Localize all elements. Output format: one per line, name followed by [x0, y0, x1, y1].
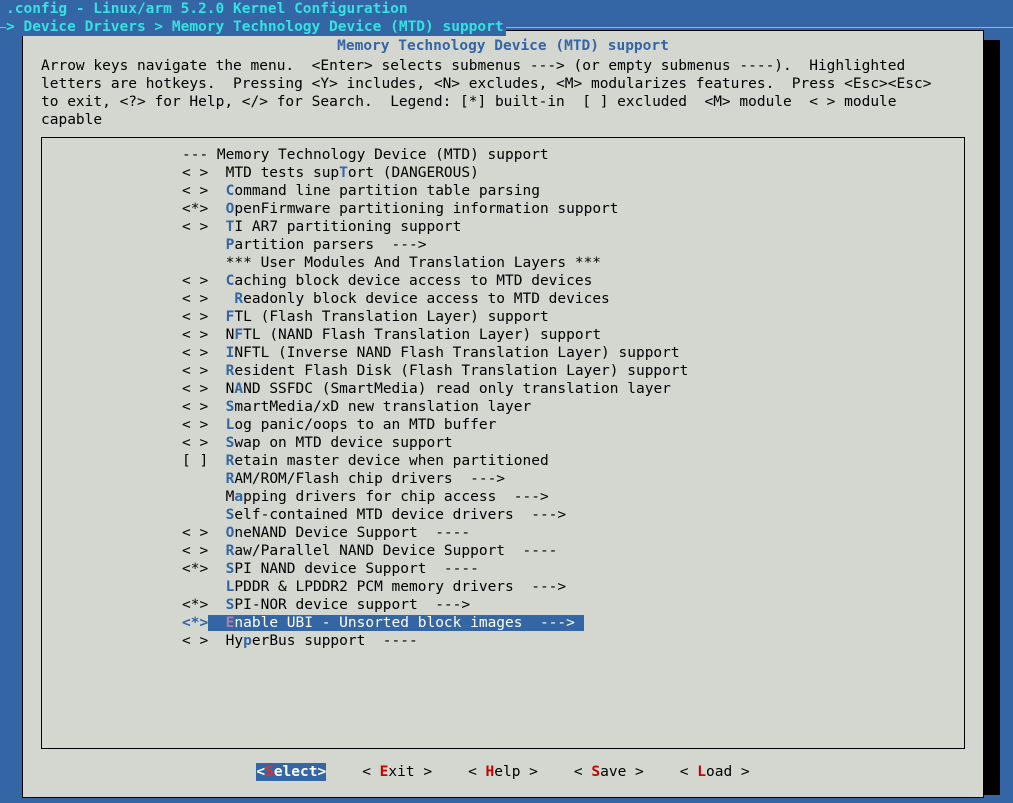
menu-item[interactable]: < > OneNAND Device Support ---- [42, 524, 964, 542]
menu-item[interactable]: < > NAND SSFDC (SmartMedia) read only tr… [42, 380, 964, 398]
menu-item[interactable]: < > FTL (Flash Translation Layer) suppor… [42, 308, 964, 326]
menu-item[interactable]: --- Memory Technology Device (MTD) suppo… [42, 146, 964, 164]
menu-item[interactable]: < > Log panic/oops to an MTD buffer [42, 416, 964, 434]
breadcrumb-text: > Device Drivers > Memory Technology Dev… [6, 18, 506, 36]
select-button[interactable]: <Select> [256, 763, 326, 781]
menu-item[interactable]: < > Resident Flash Disk (Flash Translati… [42, 362, 964, 380]
menu-item[interactable]: < > HyperBus support ---- [42, 632, 964, 650]
menu-item[interactable]: < > TI AR7 partitioning support [42, 218, 964, 236]
menu-item[interactable]: < > NFTL (NAND Flash Translation Layer) … [42, 326, 964, 344]
load-button[interactable]: < Load > [680, 763, 750, 781]
menu-item[interactable]: Partition parsers ---> [42, 236, 964, 254]
menu-item[interactable]: <*> SPI-NOR device support ---> [42, 596, 964, 614]
help-button[interactable]: < Help > [468, 763, 538, 781]
menu-item[interactable]: < > INFTL (Inverse NAND Flash Translatio… [42, 344, 964, 362]
menu-item[interactable]: < > Caching block device access to MTD d… [42, 272, 964, 290]
menu-item[interactable]: <*> SPI NAND device Support ---- [42, 560, 964, 578]
menu-item[interactable]: <*> Enable UBI - Unsorted block images -… [42, 614, 964, 632]
menu-item[interactable]: Self-contained MTD device drivers ---> [42, 506, 964, 524]
menu-item[interactable]: [ ] Retain master device when partitione… [42, 452, 964, 470]
dialog: Memory Technology Device (MTD) support A… [22, 30, 984, 798]
exit-button[interactable]: < Exit > [362, 763, 432, 781]
menu-item[interactable]: < > Command line partition table parsing [42, 182, 964, 200]
menu-item[interactable]: < > MTD tests supTort (DANGEROUS) [42, 164, 964, 182]
menu-item[interactable]: < > Readonly block device access to MTD … [42, 290, 964, 308]
menu-item[interactable]: < > Swap on MTD device support [42, 434, 964, 452]
save-button[interactable]: < Save > [574, 763, 644, 781]
menu-item[interactable]: <*> OpenFirmware partitioning informatio… [42, 200, 964, 218]
menu-item[interactable]: Mapping drivers for chip access ---> [42, 488, 964, 506]
dialog-help: Arrow keys navigate the menu. <Enter> se… [23, 55, 983, 137]
dialog-title: Memory Technology Device (MTD) support [23, 37, 983, 55]
menu-list[interactable]: --- Memory Technology Device (MTD) suppo… [41, 137, 965, 749]
menu-item[interactable]: *** User Modules And Translation Layers … [42, 254, 964, 272]
menu-item[interactable]: < > Raw/Parallel NAND Device Support ---… [42, 542, 964, 560]
menu-item[interactable]: < > SmartMedia/xD new translation layer [42, 398, 964, 416]
config-header: .config - Linux/arm 5.2.0 Kernel Configu… [0, 0, 1013, 18]
menu-item[interactable]: LPDDR & LPDDR2 PCM memory drivers ---> [42, 578, 964, 596]
button-bar: <Select> < Exit > < Help > < Save > < Load > [23, 757, 983, 791]
menu-item[interactable]: RAM/ROM/Flash chip drivers ---> [42, 470, 964, 488]
